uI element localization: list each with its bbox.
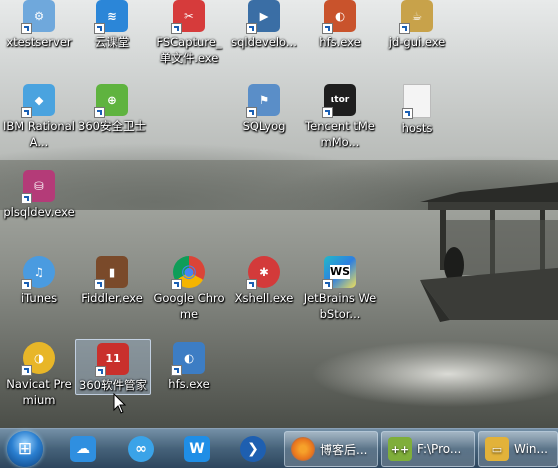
desktop-icon-xshell[interactable]: ✱ Xshell.exe [225, 253, 303, 306]
mouse-cursor-icon [113, 393, 127, 414]
desktop-icon-360-software-manager[interactable]: 11 360软件管家 [75, 339, 151, 395]
desktop-icon-google-chrome[interactable]: ◉ Google Chrome [150, 253, 228, 322]
fiddler-icon: ▮ [94, 256, 128, 290]
task-label-windows-explorer: Win... [514, 442, 548, 456]
desktop-icon-webstorm[interactable]: WS JetBrains WebStor... [301, 253, 379, 322]
xshell-icon: ✱ [246, 256, 280, 290]
desktop-icon-itunes[interactable]: ♫ iTunes [0, 253, 78, 306]
pinned-app-circle-icon: ∞ [128, 436, 154, 462]
desktop-icon-sqlyog[interactable]: ⚑ SQLyog [225, 81, 303, 134]
wallpaper-water [0, 210, 558, 430]
desktop-icon-plsqldev[interactable]: ⛁ plsqldev.exe [0, 167, 78, 220]
sqldeveloper-icon: ▶ [246, 0, 280, 34]
desktop[interactable]: ⚙ xtestserver ≋ 云课堂 ✂ FSCapture_单文件.exe … [0, 0, 558, 468]
webstorm-icon: WS [322, 256, 356, 290]
desktop-icon-xtestserver[interactable]: ⚙ xtestserver [0, 0, 78, 50]
taskbar-pinned-app-2[interactable]: ∞ [124, 432, 158, 466]
desktop-icon-360-security[interactable]: ⊕ 360安全卫士 [73, 81, 151, 134]
start-button[interactable]: ⊞ [7, 431, 43, 467]
windows-start-icon: ⊞ [17, 439, 33, 459]
task-label-notepad-plus: F:\Pro... [417, 442, 462, 456]
xtestserver-icon: ⚙ [21, 0, 55, 34]
taskbar-task-notepad-plus[interactable]: ++ F:\Pro... [381, 431, 475, 467]
taskbar: ⊞ ☁ ∞ W ❯ 博客后... ++ F:\Pro... ▭ Win... [0, 428, 558, 468]
navicat-icon: ◑ [21, 342, 55, 376]
wallpaper-boat-wake [250, 330, 558, 440]
desktop-icon-navicat[interactable]: ◑ Navicat Premium [0, 339, 78, 408]
360-security-icon: ⊕ [94, 84, 128, 118]
fscapture-icon: ✂ [171, 0, 205, 34]
plsqldev-icon: ⛁ [21, 170, 55, 204]
cloud-classroom-icon: ≋ [94, 0, 128, 34]
desktop-icon-hosts[interactable]: hosts [378, 81, 456, 136]
hfs-icon: ◐ [322, 0, 356, 34]
desktop-icon-cloud-classroom[interactable]: ≋ 云课堂 [73, 0, 151, 50]
windows-explorer-icon: ▭ [485, 437, 509, 461]
360-software-manager-icon: 11 [95, 343, 129, 377]
firefox-icon [291, 437, 315, 461]
desktop-icon-sqldeveloper[interactable]: ▶ sqldevelo... [225, 0, 303, 50]
pinned-app-w-icon: W [184, 436, 210, 462]
desktop-icon-hfs-bottom[interactable]: ◐ hfs.exe [150, 339, 228, 392]
taskbar-pinned-app-1[interactable]: ☁ [66, 432, 100, 466]
taskbar-pinned-app-4[interactable]: ❯ [236, 432, 270, 466]
tencent-tmemmonitor-icon: ιtor [322, 84, 356, 118]
taskbar-task-windows-explorer[interactable]: ▭ Win... [478, 431, 558, 467]
task-label-firefox: 博客后... [320, 442, 368, 457]
desktop-icon-tencent-tmemmonitor[interactable]: ιtor Tencent tMemMo... [301, 81, 379, 150]
itunes-icon: ♫ [21, 256, 55, 290]
desktop-icon-hfs-top[interactable]: ◐ hfs.exe [301, 0, 379, 50]
desktop-icon-jd-gui[interactable]: ☕ jd-gui.exe [378, 0, 456, 50]
notepad-plus-icon: ++ [388, 437, 412, 461]
sqlyog-icon: ⚑ [246, 84, 280, 118]
hfs-icon: ◐ [171, 342, 205, 376]
jd-gui-icon: ☕ [399, 0, 433, 34]
desktop-icon-fscapture[interactable]: ✂ FSCapture_单文件.exe [150, 0, 228, 66]
desktop-icon-ibm-rational[interactable]: ◆ IBM Rational A... [0, 81, 78, 150]
pinned-app-round-icon: ❯ [240, 436, 266, 462]
chrome-icon: ◉ [171, 256, 205, 290]
taskbar-pinned-app-3[interactable]: W [180, 432, 214, 466]
taskbar-task-firefox[interactable]: 博客后... [284, 431, 378, 467]
pinned-app-blue-icon: ☁ [70, 436, 96, 462]
ibm-rational-icon: ◆ [21, 84, 55, 118]
desktop-icon-fiddler[interactable]: ▮ Fiddler.exe [73, 253, 151, 306]
hosts-file-icon [402, 84, 431, 119]
wallpaper-boat [420, 182, 558, 322]
